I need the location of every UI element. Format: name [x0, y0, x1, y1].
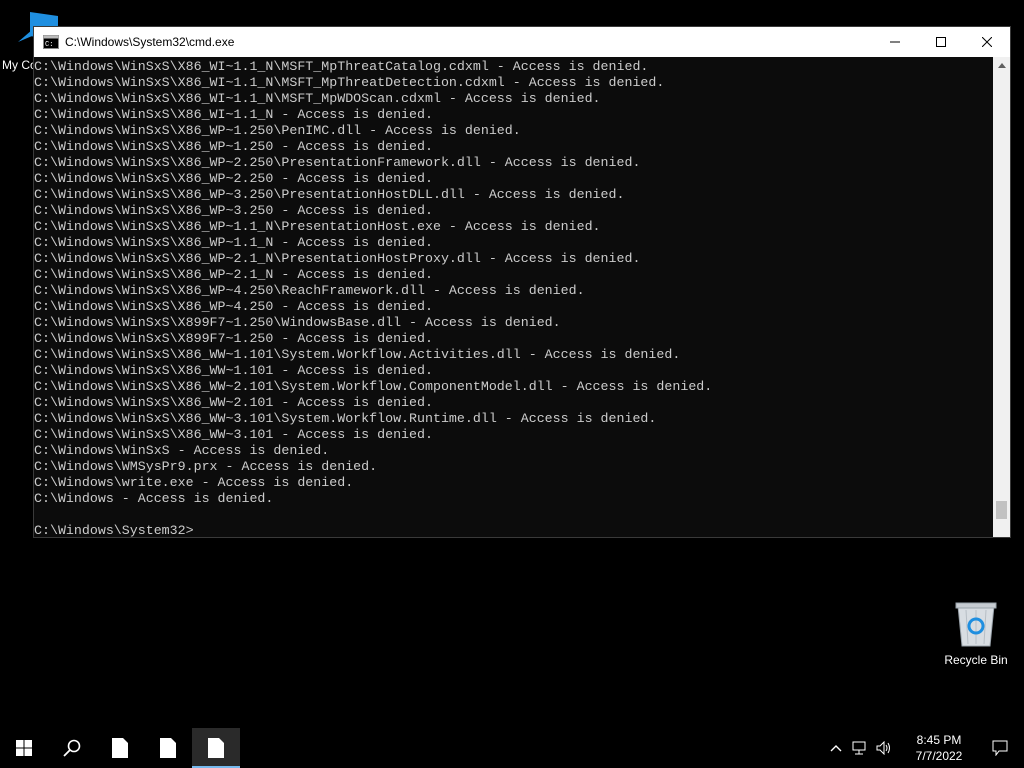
console-line: C:\Windows\WinSxS\X86_WP~4.250 - Access …: [34, 299, 433, 314]
show-hidden-icons-button[interactable]: [824, 728, 848, 768]
console-line: C:\Windows\write.exe - Access is denied.: [34, 475, 354, 490]
start-button[interactable]: [0, 728, 48, 768]
console-line: C:\Windows\WinSxS\X86_WW~3.101 - Access …: [34, 427, 433, 442]
taskbar-app-1[interactable]: [96, 728, 144, 768]
chevron-up-icon: [997, 63, 1006, 68]
document-icon: [160, 738, 176, 758]
windows-logo-icon: [16, 740, 32, 756]
desktop-icon-recycle-bin[interactable]: Recycle Bin: [940, 600, 1012, 667]
svg-text:C:: C:: [45, 41, 53, 49]
console-line: C:\Windows\WinSxS\X86_WP~3.250\Presentat…: [34, 187, 625, 202]
maximize-icon: [936, 37, 946, 47]
console-line: C:\Windows\WinSxS\X86_WP~1.1_N - Access …: [34, 235, 433, 250]
console-line: C:\Windows\WinSxS - Access is denied.: [34, 443, 330, 458]
taskbar: 8:45 PM 7/7/2022: [0, 728, 1024, 768]
volume-button[interactable]: [872, 728, 896, 768]
console-output[interactable]: C:\Windows\WinSxS\X86_WI~1.1_N\MSFT_MpTh…: [34, 57, 993, 537]
console-line: C:\Windows\WinSxS\X86_WP~4.250\ReachFram…: [34, 283, 585, 298]
console-line: C:\Windows\WinSxS\X86_WP~1.250 - Access …: [34, 139, 433, 154]
cmd-app-icon: C:: [43, 35, 59, 49]
console-line: C:\Windows\WinSxS\X86_WP~2.1_N\Presentat…: [34, 251, 641, 266]
close-button[interactable]: [964, 27, 1010, 57]
network-icon: [852, 741, 866, 755]
chevron-up-icon: [830, 745, 842, 752]
taskbar-clock[interactable]: 8:45 PM 7/7/2022: [902, 732, 976, 764]
console-line: C:\Windows\WinSxS\X86_WP~2.250 - Access …: [34, 171, 433, 186]
clock-date: 7/7/2022: [915, 749, 963, 763]
console-line: C:\Windows\WinSxS\X86_WP~2.1_N - Access …: [34, 267, 433, 282]
minimize-button[interactable]: [872, 27, 918, 57]
console-line: C:\Windows\WMSysPr9.prx - Access is deni…: [34, 459, 378, 474]
console-line: C:\Windows\WinSxS\X86_WW~2.101\System.Wo…: [34, 379, 713, 394]
network-button[interactable]: [848, 728, 872, 768]
taskbar-app-3-active[interactable]: [192, 728, 240, 768]
cmd-window: C: C:\Windows\System32\cmd.exe C:\Window…: [33, 26, 1011, 538]
document-icon: [112, 738, 128, 758]
console-line: C:\Windows - Access is denied.: [34, 491, 274, 506]
system-tray: 8:45 PM 7/7/2022: [824, 728, 1024, 768]
maximize-button[interactable]: [918, 27, 964, 57]
minimize-icon: [890, 41, 900, 43]
console-line: C:\Windows\WinSxS\X86_WW~1.101\System.Wo…: [34, 347, 681, 362]
console-line: C:\Windows\WinSxS\X86_WP~1.250\PenIMC.dl…: [34, 123, 521, 138]
recycle-bin-icon: [955, 602, 997, 647]
console-line: C:\Windows\WinSxS\X86_WI~1.1_N\MSFT_MpWD…: [34, 91, 601, 106]
console-line: C:\Windows\WinSxS\X86_WP~3.250 - Access …: [34, 203, 433, 218]
taskbar-app-2[interactable]: [144, 728, 192, 768]
console-line: C:\Windows\WinSxS\X86_WI~1.1_N\MSFT_MpTh…: [34, 59, 649, 74]
scroll-up-button[interactable]: [993, 57, 1010, 74]
console-line: C:\Windows\WinSxS\X86_WP~1.1_N\Presentat…: [34, 219, 601, 234]
console-line: C:\Windows\WinSxS\X899F7~1.250 - Access …: [34, 331, 433, 346]
console-line: C:\Windows\System32>: [34, 523, 194, 537]
desktop-icon-label: Recycle Bin: [944, 653, 1008, 667]
console-line: C:\Windows\WinSxS\X86_WW~1.101 - Access …: [34, 363, 433, 378]
console-line: C:\Windows\WinSxS\X899F7~1.250\WindowsBa…: [34, 315, 561, 330]
close-icon: [982, 37, 992, 47]
speaker-icon: [876, 741, 890, 755]
notification-icon: [992, 740, 1008, 756]
search-icon: [63, 739, 81, 757]
window-title: C:\Windows\System32\cmd.exe: [65, 35, 235, 49]
console-line: C:\Windows\WinSxS\X86_WP~2.250\Presentat…: [34, 155, 641, 170]
console-line: C:\Windows\WinSxS\X86_WI~1.1_N\MSFT_MpTh…: [34, 75, 665, 90]
console-line: C:\Windows\WinSxS\X86_WI~1.1_N - Access …: [34, 107, 433, 122]
vertical-scrollbar[interactable]: [993, 57, 1010, 537]
clock-time: 8:45 PM: [916, 733, 962, 747]
window-titlebar[interactable]: C: C:\Windows\System32\cmd.exe: [34, 27, 1010, 57]
scrollbar-thumb[interactable]: [996, 501, 1007, 519]
action-center-button[interactable]: [976, 728, 1024, 768]
document-icon: [208, 738, 224, 758]
search-button[interactable]: [48, 728, 96, 768]
console-line: C:\Windows\WinSxS\X86_WW~2.101 - Access …: [34, 395, 433, 410]
console-line: C:\Windows\WinSxS\X86_WW~3.101\System.Wo…: [34, 411, 657, 426]
desktop-icon-label: My Co: [2, 58, 37, 72]
